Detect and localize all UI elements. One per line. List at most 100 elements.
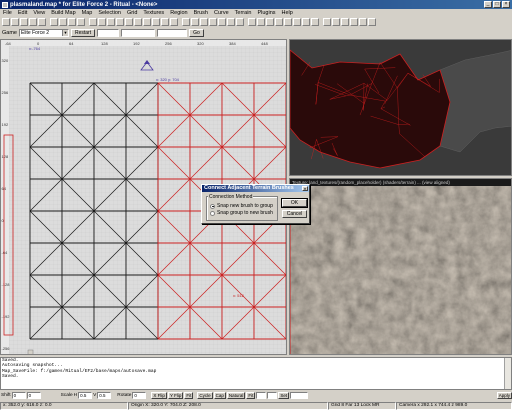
ok-button[interactable]: OK	[282, 199, 307, 207]
toolbar-button-icon[interactable]	[257, 17, 265, 26]
menu-region[interactable]: Region	[170, 10, 187, 16]
menu-plugins[interactable]: Plugins	[257, 10, 275, 16]
toolbar-button-icon[interactable]	[266, 17, 274, 26]
shift-x-input[interactable]: 0	[11, 392, 26, 399]
game-label: Game	[2, 30, 17, 36]
radio-snap-group-to-brush[interactable]: Snap group to new brush	[210, 210, 273, 216]
menu-build-map[interactable]: Build Map	[51, 10, 75, 16]
toolbar-button-icon[interactable]	[29, 17, 37, 26]
window-titlebar: plasmaland.map * for Elite Force 2 - Rit…	[0, 0, 512, 9]
radio-snap-brush-to-group[interactable]: Snap new brush to group	[210, 203, 273, 209]
value-input[interactable]	[290, 392, 309, 399]
menu-map[interactable]: Map	[82, 10, 93, 16]
console-log[interactable]: Saved. Autosaving snapshot... Map_SaveFi…	[0, 357, 512, 390]
status-camera: Camera x 292.1 x 744.4 z 989.0	[396, 401, 512, 410]
left-ruler-tick: -64	[2, 250, 9, 255]
game-select-value: Elite Force 2	[20, 30, 50, 36]
toolbar-button-icon[interactable]	[332, 17, 340, 26]
dialog-close-button[interactable]: ×	[302, 186, 308, 191]
toolbar-button-icon[interactable]	[161, 17, 169, 26]
toolbar-button-icon[interactable]	[2, 17, 10, 26]
toolbar-button-icon[interactable]	[125, 17, 133, 26]
console-scrollbar[interactable]	[504, 358, 511, 389]
toolbar-button-icon[interactable]	[284, 17, 292, 26]
menu-selection[interactable]: Selection	[98, 10, 121, 16]
menu-file[interactable]: File	[3, 10, 12, 16]
camera-view-3d[interactable]	[289, 39, 512, 176]
maximize-button[interactable]: □	[493, 1, 501, 8]
toolbar-button-icon[interactable]	[359, 17, 367, 26]
toolbar-button-icon[interactable]	[218, 17, 226, 26]
toolbar-button-icon[interactable]	[77, 17, 85, 26]
restart-button[interactable]: Restart	[70, 29, 96, 37]
menu-textures[interactable]: Textures	[143, 10, 164, 16]
set-button[interactable]: Set	[278, 392, 290, 399]
cancel-button[interactable]: Cancel	[282, 210, 307, 218]
toolbar-button-icon[interactable]	[143, 17, 151, 26]
y-flip-button[interactable]: Y Flip	[167, 392, 184, 399]
toolbar-button-icon[interactable]	[302, 17, 310, 26]
map-field[interactable]	[157, 29, 188, 37]
toolbar-button-icon[interactable]	[59, 17, 67, 26]
rotate-input[interactable]: 0	[132, 392, 147, 399]
argument-field[interactable]	[121, 29, 156, 37]
toolbar-button-icon[interactable]	[68, 17, 76, 26]
apply-button[interactable]: Apply	[496, 392, 512, 399]
toolbar-button-icon[interactable]	[11, 17, 19, 26]
toolbar-button-icon[interactable]	[341, 17, 349, 26]
toolbar-button-icon[interactable]	[209, 17, 217, 26]
scale-v-input[interactable]: 0.5	[97, 392, 112, 399]
toolbar-button-icon[interactable]	[116, 17, 124, 26]
cap-button[interactable]: Cap	[213, 392, 226, 399]
textured-view-3d[interactable]: Texture: land_textures/(random_placehold…	[289, 178, 512, 355]
command-field[interactable]	[97, 29, 120, 37]
toolbar-button-icon[interactable]	[200, 17, 208, 26]
toolbar-button-icon[interactable]	[170, 17, 178, 26]
dialog-title: Connect Adjacent Terrain Brushes ×	[202, 185, 309, 192]
toolbar-button-icon[interactable]	[311, 17, 319, 26]
menu-terrain[interactable]: Terrain	[235, 10, 252, 16]
toolbar-button-icon[interactable]	[152, 17, 160, 26]
top-ruler-tick: 256	[165, 41, 172, 46]
x-flip-button[interactable]: X Flip	[151, 392, 167, 399]
toolbar-button-icon[interactable]	[107, 17, 115, 26]
toolbar-button-icon[interactable]	[191, 17, 199, 26]
toolbar-button-icon[interactable]	[368, 17, 376, 26]
top-ruler-tick: 128	[101, 41, 108, 46]
rotate-label: Rotate	[117, 393, 132, 398]
toolbar-button-icon[interactable]	[236, 17, 244, 26]
toolbar-button-icon[interactable]	[38, 17, 46, 26]
game-select[interactable]: Elite Force 2 ▼	[18, 29, 69, 37]
cycle-button[interactable]: Cycle	[197, 392, 213, 399]
minimize-button[interactable]: _	[484, 1, 492, 8]
toolbar-button-icon[interactable]	[98, 17, 106, 26]
toolbar-button-icon[interactable]	[50, 17, 58, 26]
toolbar-button-icon[interactable]	[323, 17, 331, 26]
close-button[interactable]: ×	[502, 1, 510, 8]
fit-button[interactable]: Fit	[184, 392, 194, 399]
toolbar-button-icon[interactable]	[293, 17, 301, 26]
fit-height-input[interactable]	[267, 392, 278, 399]
menu-curve[interactable]: Curve	[214, 10, 229, 16]
shift-y-input[interactable]: 0	[26, 392, 41, 399]
scale-h-input[interactable]: 0.5	[78, 392, 93, 399]
fit-patch-button[interactable]: Fit	[246, 392, 256, 399]
menu-help[interactable]: Help	[282, 10, 293, 16]
menu-brush[interactable]: Brush	[194, 10, 208, 16]
natural-button[interactable]: Natural	[226, 392, 246, 399]
menu-grid[interactable]: Grid	[127, 10, 137, 16]
toolbar-button-icon[interactable]	[248, 17, 256, 26]
toolbar-button-icon[interactable]	[134, 17, 142, 26]
toolbar-button-icon[interactable]	[89, 17, 97, 26]
toolbar-button-icon[interactable]	[182, 17, 190, 26]
go-button[interactable]: Go	[189, 29, 204, 37]
toolbar-button-icon[interactable]	[275, 17, 283, 26]
menu-edit[interactable]: Edit	[18, 10, 27, 16]
fit-width-input[interactable]	[256, 392, 267, 399]
toolbar-button-icon[interactable]	[20, 17, 28, 26]
menu-view[interactable]: View	[33, 10, 45, 16]
toolbar-button-icon[interactable]	[227, 17, 235, 26]
left-ruler-tick: 128	[2, 154, 9, 159]
toolbar-button-icon[interactable]	[350, 17, 358, 26]
chevron-down-icon: ▼	[61, 30, 68, 36]
